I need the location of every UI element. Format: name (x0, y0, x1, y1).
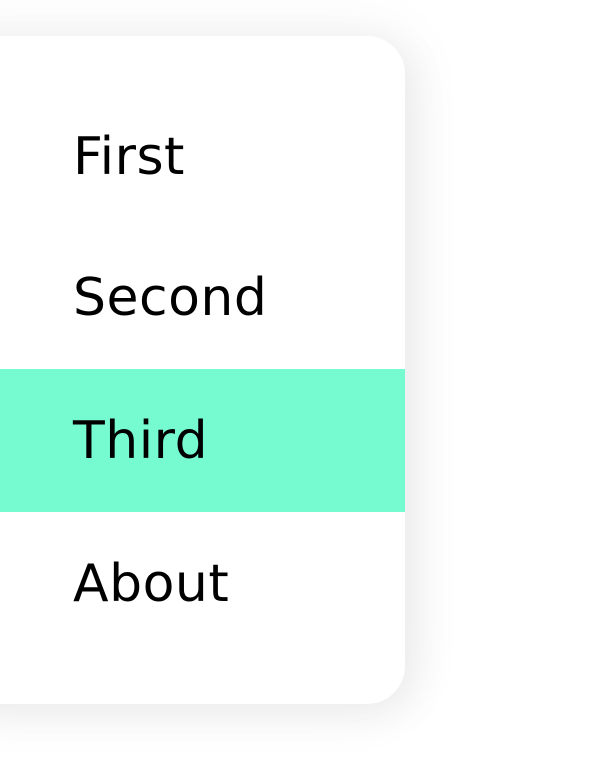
menu-item-label: Second (73, 267, 268, 328)
menu-item-label: About (73, 553, 230, 614)
menu-item-first[interactable]: First (0, 85, 405, 228)
screen: First Second Third About (0, 0, 600, 758)
menu-item-about[interactable]: About (0, 512, 405, 655)
menu-item-label: Third (73, 410, 209, 471)
dropdown-menu: First Second Third About (0, 36, 405, 704)
menu-item-third[interactable]: Third (0, 369, 405, 512)
menu-item-label: First (73, 126, 185, 187)
menu-item-second[interactable]: Second (0, 226, 405, 369)
